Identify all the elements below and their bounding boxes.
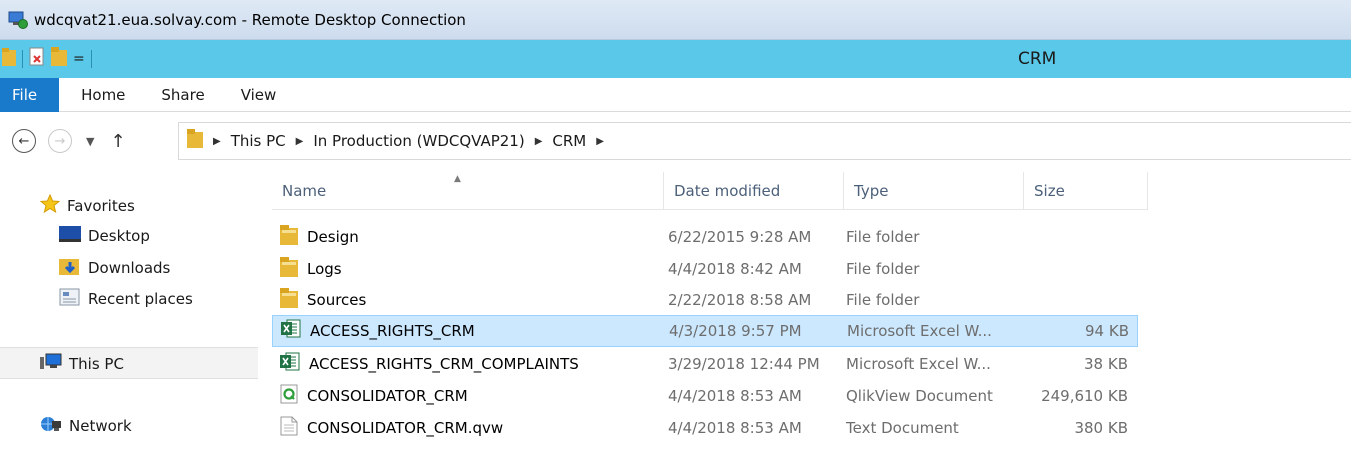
recent-places-icon <box>59 288 81 310</box>
file-type: File folder <box>846 260 920 278</box>
navigation-pane: Favorites Desktop Downloads Recent place… <box>0 172 258 451</box>
tab-view[interactable]: View <box>223 78 295 112</box>
file-size: 38 KB <box>1084 355 1128 373</box>
desktop-icon <box>59 226 81 246</box>
file-date: 2/22/2018 8:58 AM <box>668 291 812 309</box>
file-size: 94 KB <box>1085 322 1129 340</box>
address-bar[interactable]: ▶ This PC ▶ In Production (WDCQVAP21) ▶ … <box>178 122 1351 160</box>
file-size: 249,610 KB <box>1041 387 1128 405</box>
file-date: 4/4/2018 8:53 AM <box>668 387 802 405</box>
breadcrumb-this-pc[interactable]: This PC <box>231 132 286 150</box>
folder-icon <box>280 225 298 249</box>
recent-locations-chevron-down-icon[interactable]: ▼ <box>86 135 94 148</box>
file-name: CONSOLIDATOR_CRM <box>307 387 468 405</box>
nav-label: This PC <box>69 355 124 373</box>
remote-desktop-icon <box>8 11 28 29</box>
folder-icon <box>280 288 298 312</box>
forward-button[interactable]: → <box>48 129 72 153</box>
file-row[interactable]: Logs 4/4/2018 8:42 AM File folder <box>272 253 1138 285</box>
file-date: 4/4/2018 8:42 AM <box>668 260 802 278</box>
file-type: Microsoft Excel W... <box>847 322 992 340</box>
breadcrumb-separator-icon[interactable]: ▶ <box>596 136 604 147</box>
file-type: Microsoft Excel W... <box>846 355 991 373</box>
breadcrumb-crm[interactable]: CRM <box>552 132 586 150</box>
excel-icon <box>281 319 301 343</box>
downloads-icon <box>59 257 81 279</box>
file-date: 4/3/2018 9:57 PM <box>669 322 802 340</box>
nav-item-favorites[interactable]: Favorites <box>39 193 135 217</box>
breadcrumb-in-production[interactable]: In Production (WDCQVAP21) <box>313 132 524 150</box>
column-header-type[interactable]: Type <box>844 172 1024 210</box>
column-header-date-modified[interactable]: Date modified <box>664 172 844 210</box>
up-arrow-icon[interactable]: ↑ <box>110 131 125 152</box>
nav-item-downloads[interactable]: Downloads <box>59 257 170 279</box>
file-name: ACCESS_RIGHTS_CRM_COMPLAINTS <box>309 355 579 373</box>
column-header-size[interactable]: Size <box>1024 172 1148 210</box>
file-date: 3/29/2018 12:44 PM <box>668 355 820 373</box>
column-header-name[interactable]: ▲ Name <box>272 172 664 210</box>
file-row[interactable]: CONSOLIDATOR_CRM 4/4/2018 8:53 AM QlikVi… <box>272 380 1138 412</box>
star-icon <box>39 193 61 217</box>
file-type: QlikView Document <box>846 387 993 405</box>
network-icon <box>40 415 62 437</box>
file-type: Text Document <box>846 419 959 437</box>
nav-item-network[interactable]: Network <box>40 415 132 437</box>
sort-ascending-icon: ▲ <box>454 174 461 184</box>
file-row-selected[interactable]: ACCESS_RIGHTS_CRM 4/3/2018 9:57 PM Micro… <box>272 315 1138 347</box>
file-row[interactable]: Sources 2/22/2018 8:58 AM File folder <box>272 284 1138 316</box>
breadcrumb-separator-icon[interactable]: ▶ <box>535 136 543 147</box>
breadcrumb-separator-icon[interactable]: ▶ <box>296 136 304 147</box>
new-folder-icon[interactable] <box>51 47 67 71</box>
folder-icon[interactable] <box>2 48 16 70</box>
file-size: 380 KB <box>1074 419 1128 437</box>
file-name: Design <box>307 228 359 246</box>
separator <box>22 50 23 68</box>
excel-icon <box>280 352 300 376</box>
customize-quick-access-icon[interactable]: = <box>73 51 85 67</box>
computer-icon <box>40 353 62 375</box>
nav-label: Network <box>69 417 132 435</box>
qlikview-icon <box>280 384 298 408</box>
file-name: ACCESS_RIGHTS_CRM <box>310 322 475 340</box>
text-document-icon <box>280 416 298 440</box>
file-row[interactable]: Design 6/22/2015 9:28 AM File folder <box>272 221 1138 253</box>
tab-file[interactable]: File <box>0 77 60 112</box>
window-title: wdcqvat21.eua.solvay.com - Remote Deskto… <box>34 10 466 29</box>
file-name: CONSOLIDATOR_CRM.qvw <box>307 419 504 437</box>
nav-item-desktop[interactable]: Desktop <box>59 226 150 246</box>
explorer-title-bar: = CRM <box>0 40 1351 78</box>
ribbon-tabs: File Home Share View <box>0 77 1351 112</box>
explorer-title: CRM <box>1018 49 1057 69</box>
column-headers: ▲ Name Date modified Type Size <box>272 172 1148 210</box>
back-button[interactable]: ← <box>12 129 36 153</box>
file-name: Logs <box>307 260 342 278</box>
address-row: ← → ▼ ↑ ▶ This PC ▶ In Production (WDCQV… <box>0 118 1351 164</box>
tab-share[interactable]: Share <box>143 78 222 112</box>
nav-label: Favorites <box>67 196 135 215</box>
file-date: 4/4/2018 8:53 AM <box>668 419 802 437</box>
nav-label: Downloads <box>88 259 171 277</box>
breadcrumb-separator-icon[interactable]: ▶ <box>213 136 221 147</box>
tab-home[interactable]: Home <box>63 78 143 112</box>
folder-icon <box>187 129 203 153</box>
remote-desktop-title-bar: wdcqvat21.eua.solvay.com - Remote Deskto… <box>0 0 1351 40</box>
separator <box>90 50 92 68</box>
folder-icon <box>280 257 298 281</box>
nav-label: Recent places <box>88 290 193 308</box>
properties-icon[interactable] <box>29 47 45 71</box>
file-date: 6/22/2015 9:28 AM <box>668 228 812 246</box>
nav-item-recent-places[interactable]: Recent places <box>59 288 193 310</box>
this-pc-highlight <box>0 347 258 379</box>
nav-item-this-pc[interactable]: This PC <box>40 353 124 375</box>
nav-label: Desktop <box>88 227 150 245</box>
file-row[interactable]: CONSOLIDATOR_CRM.qvw 4/4/2018 8:53 AM Te… <box>272 412 1138 444</box>
file-type: File folder <box>846 228 920 246</box>
file-row[interactable]: ACCESS_RIGHTS_CRM_COMPLAINTS 3/29/2018 1… <box>272 348 1138 380</box>
file-name: Sources <box>307 291 367 309</box>
file-type: File folder <box>846 291 920 309</box>
